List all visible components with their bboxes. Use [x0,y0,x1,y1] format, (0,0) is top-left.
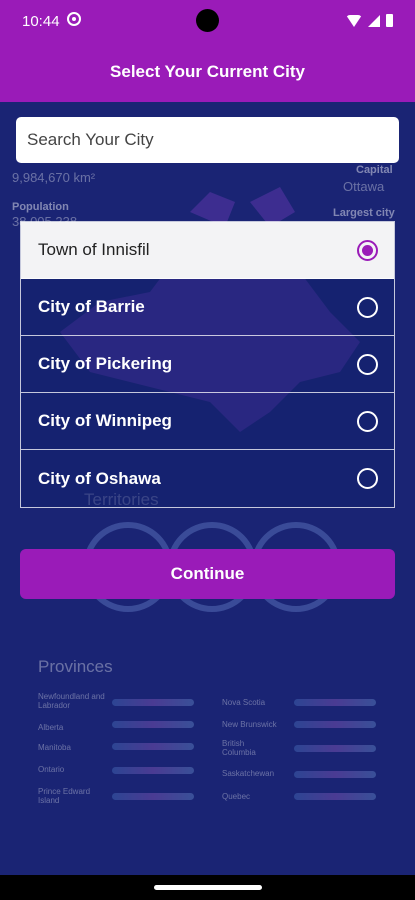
city-option-label: City of Barrie [38,297,145,316]
continue-button[interactable]: Continue [20,549,395,599]
camera-cutout [196,9,219,32]
search-box[interactable] [16,117,399,163]
capital-label: Capital [356,164,393,176]
province-label: Manitoba [38,743,71,752]
radio-unselected-icon[interactable] [357,410,378,432]
status-bar: 10:44 [0,0,415,42]
signal-icon [368,14,380,27]
city-list: Town of Innisfil City of Barrie City of … [20,221,395,508]
city-option[interactable]: City of Barrie [21,279,394,336]
radio-unselected-icon[interactable] [357,468,378,489]
province-label: Newfoundland and Labrador [38,692,105,710]
city-option[interactable]: City of Pickering [21,336,394,393]
province-bar [112,721,194,728]
system-nav-bar [0,875,415,900]
province-bar [112,699,194,706]
status-time: 10:44 [22,13,60,30]
radio-unselected-icon[interactable] [357,353,378,375]
province-bar [112,793,194,800]
search-input[interactable] [27,117,388,163]
provinces-title: Provinces [38,657,113,676]
province-label: Ontario [38,765,65,774]
radio-unselected-icon[interactable] [357,296,378,318]
province-label: Prince Edward Island [38,787,91,805]
province-label: British Columbia [222,739,256,757]
city-option[interactable]: City of Oshawa [21,450,394,507]
area-value: 9,984,670 km² [12,170,96,185]
home-gesture-handle[interactable] [154,885,262,890]
city-option-label: City of Pickering [38,354,173,373]
province-bar [294,745,376,752]
province-bar [294,793,376,800]
province-bar [294,721,376,728]
city-option-label: City of Winnipeg [38,411,172,430]
province-label: Alberta [38,723,64,732]
page-title: Select Your Current City [110,62,305,81]
population-label: Population [12,201,69,213]
main-content: 9,984,670 km² Population 38,005,238 Capi… [0,102,415,875]
app-bar: Select Your Current City [0,42,415,102]
province-bar [112,743,194,750]
wifi-icon [346,14,362,27]
largest-city-label: Largest city [333,207,395,219]
province-bar [112,767,194,774]
radio-selected-icon[interactable] [357,239,378,261]
city-option[interactable]: City of Winnipeg [21,393,394,450]
province-bar [294,699,376,706]
settings-icon [67,12,81,26]
province-label: Saskatchewan [222,769,275,778]
capital-value: Ottawa [343,179,385,194]
province-label: Nova Scotia [222,698,266,707]
city-option-label: Town of Innisfil [38,240,150,259]
status-icons [346,14,393,27]
province-label: New Brunswick [222,720,277,729]
province-bar [294,771,376,778]
battery-icon [386,14,393,27]
city-option[interactable]: Town of Innisfil [21,222,394,279]
city-option-label: City of Oshawa [38,468,161,488]
province-label: Quebec [222,792,251,801]
